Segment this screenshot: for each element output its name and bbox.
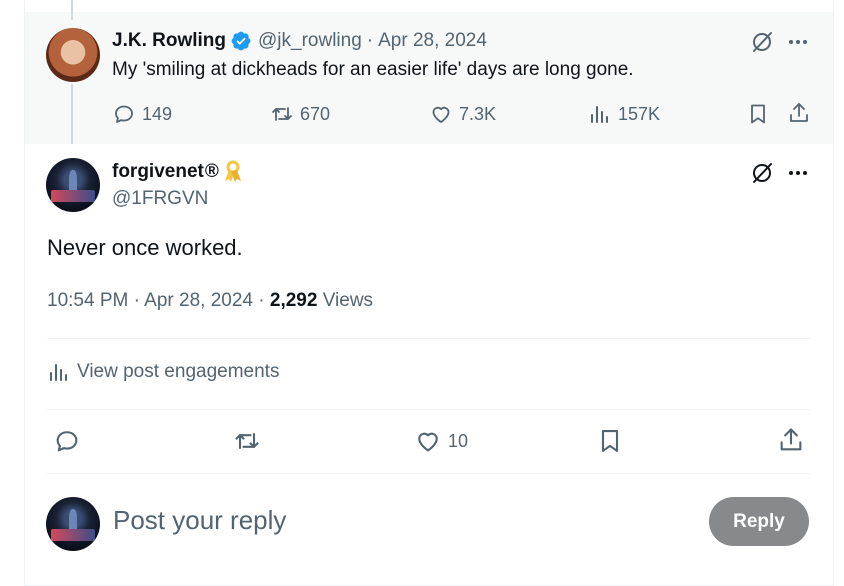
reply-input[interactable]: Post your reply: [113, 505, 286, 536]
main-text: Never once worked.: [47, 235, 243, 260]
parent-author-name[interactable]: J.K. Rowling: [112, 30, 226, 52]
separator-dot: ·: [366, 30, 374, 51]
reply-icon[interactable]: [53, 427, 81, 455]
views-action[interactable]: 157K: [588, 102, 660, 126]
parent-text: My 'smiling at dickheads for an easier l…: [112, 59, 634, 80]
grok-icon[interactable]: [750, 161, 774, 185]
avatar-piano: [51, 190, 95, 203]
main-views-count: 2,292: [269, 290, 318, 311]
reply-icon: [115, 105, 133, 123]
thread-line-top: [71, 0, 73, 20]
divider: [47, 338, 811, 339]
main-author-name[interactable]: forgivenet ®: [112, 160, 243, 184]
avatar-piano: [51, 529, 95, 542]
repost-count: 670: [300, 103, 331, 124]
main-date[interactable]: Apr 28, 2024: [144, 290, 253, 311]
parent-avatar[interactable]: [46, 28, 100, 82]
divider: [47, 409, 811, 410]
like-action[interactable]: 7.3K: [429, 102, 496, 126]
avatar-figure: [68, 169, 78, 192]
like-icon: [418, 432, 438, 452]
separator-dot: ·: [258, 290, 265, 311]
thread-line: [71, 84, 73, 144]
verified-badge-icon: [231, 31, 251, 51]
share-icon[interactable]: [777, 426, 805, 454]
repost-icon: [272, 107, 292, 121]
ribbon-icon: [224, 160, 241, 182]
main-name-text: forgivenet: [112, 161, 204, 182]
view-engagements-link[interactable]: View post engagements: [47, 360, 279, 384]
like-icon: [432, 106, 450, 123]
engagements-label: View post engagements: [77, 361, 280, 382]
parent-handle[interactable]: @jk_rowling: [258, 30, 362, 52]
reply-action[interactable]: 149: [112, 102, 172, 126]
reply-button[interactable]: Reply: [709, 497, 809, 546]
parent-header: J.K. Rowling @jk_rowling · Apr 28, 2024: [112, 30, 487, 52]
separator-dot: ·: [133, 290, 140, 311]
main-handle[interactable]: @1FRGVN: [112, 188, 208, 210]
main-avatar[interactable]: [46, 158, 100, 212]
parent-date[interactable]: Apr 28, 2024: [378, 30, 487, 52]
engagements-icon: [50, 364, 67, 381]
more-icon[interactable]: [786, 30, 810, 54]
main-time[interactable]: 10:54 PM: [47, 290, 128, 311]
repost-action[interactable]: 670: [270, 102, 330, 126]
more-icon[interactable]: [786, 161, 810, 185]
main-like-count: 10: [448, 430, 469, 451]
reply-count: 149: [142, 103, 173, 124]
composer-avatar: [46, 497, 100, 551]
avatar-figure: [68, 508, 78, 531]
grok-icon[interactable]: [750, 30, 774, 54]
bookmark-icon[interactable]: [596, 427, 624, 455]
registered-mark: ®: [204, 161, 219, 182]
main-views-label: Views: [322, 290, 374, 311]
bookmark-icon[interactable]: [746, 102, 770, 126]
like-count: 7.3K: [459, 103, 497, 124]
views-icon: [591, 106, 608, 123]
share-icon[interactable]: [787, 101, 811, 125]
main-like-action[interactable]: 10: [414, 427, 468, 455]
views-count: 157K: [618, 103, 661, 124]
main-meta: 10:54 PM · Apr 28, 2024 · 2,292 Views: [47, 290, 373, 312]
divider: [47, 473, 811, 474]
repost-icon[interactable]: [233, 427, 261, 455]
